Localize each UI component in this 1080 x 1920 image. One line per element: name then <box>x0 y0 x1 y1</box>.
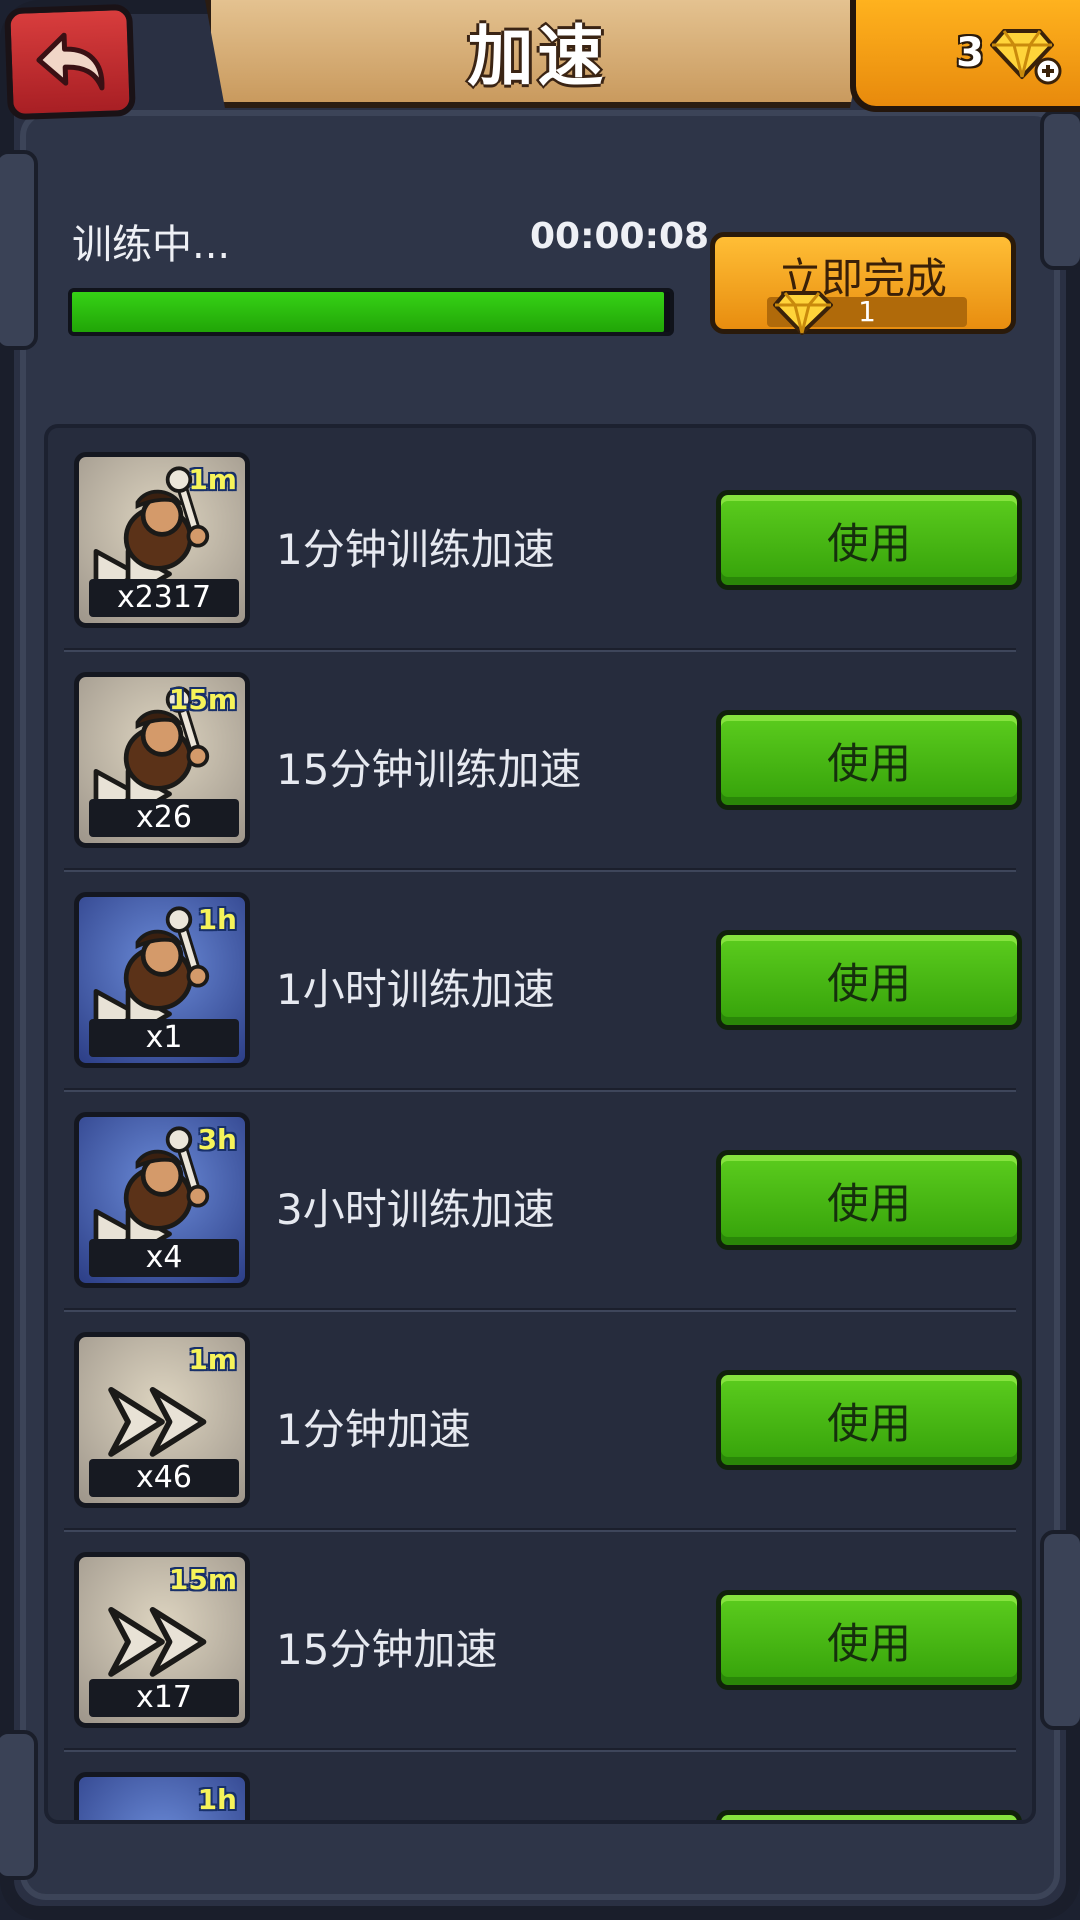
item-count: x46 <box>89 1459 239 1497</box>
item-name: 3小时训练加速 <box>276 1185 555 1234</box>
list-item: 3h x4 3小时训练加速 使用 <box>58 1092 1022 1312</box>
use-button[interactable]: 使用 <box>716 1590 1022 1690</box>
item-icon-tile: 1h x1 <box>74 892 250 1068</box>
gem-icon <box>773 291 833 335</box>
item-count: x26 <box>89 799 239 837</box>
item-count: x17 <box>89 1679 239 1717</box>
use-button-label: 使用 <box>826 738 911 788</box>
list-item: 15m x26 15分钟训练加速 使用 <box>58 652 1022 872</box>
item-icon-tile: 1m x2317 <box>74 452 250 628</box>
rock-decoration <box>0 150 38 350</box>
item-count: x4 <box>89 1239 239 1277</box>
list-item: 15m x17 15分钟加速 使用 <box>58 1532 1022 1752</box>
duration-badge: 15m <box>168 683 237 716</box>
use-button[interactable]: 使用 <box>716 1150 1022 1250</box>
speedup-list[interactable]: 1m x2317 1分钟训练加速 使用 15m x26 15分钟训练加速 使用 1h x1 1小… <box>44 424 1036 1824</box>
use-button-label: 使用 <box>826 1618 911 1668</box>
duration-badge: 1m <box>188 1343 237 1376</box>
use-button-label: 使用 <box>826 1178 911 1228</box>
gem-plus-icon <box>990 29 1062 85</box>
item-name: 1分钟训练加速 <box>276 525 555 574</box>
use-button[interactable]: 使用 <box>716 1370 1022 1470</box>
duration-badge: 1h <box>197 903 237 936</box>
duration-badge: 1m <box>188 463 237 496</box>
use-button[interactable]: 使用 <box>716 930 1022 1030</box>
item-name: 1分钟加速 <box>276 1405 471 1454</box>
status-label: 训练中... <box>72 222 231 268</box>
progress-fill <box>72 292 665 332</box>
gem-balance[interactable]: 3 <box>850 0 1080 112</box>
item-icon-tile: 15m x26 <box>74 672 250 848</box>
duration-badge: 1h <box>197 1783 237 1816</box>
duration-badge: 3h <box>197 1123 237 1156</box>
rock-decoration <box>1040 1530 1080 1730</box>
use-button-label: 使用 <box>826 518 911 568</box>
list-item: 1m x2317 1分钟训练加速 使用 <box>58 432 1022 652</box>
item-icon-tile: 3h x4 <box>74 1112 250 1288</box>
use-button[interactable]: 使用 <box>716 710 1022 810</box>
finish-now-button[interactable]: 立即完成 1 <box>710 232 1016 335</box>
list-item: 1m x46 1分钟加速 使用 <box>58 1312 1022 1532</box>
use-button-label: 使用 <box>826 958 911 1008</box>
item-count: x1 <box>89 1019 239 1057</box>
page-title: 加速 <box>467 18 608 95</box>
title-plate: 加速 <box>205 0 870 108</box>
item-icon-tile: 15m x17 <box>74 1552 250 1728</box>
back-button[interactable] <box>4 3 136 121</box>
duration-badge: 15m <box>168 1563 237 1596</box>
gem-count: 3 <box>956 30 984 76</box>
item-name: 1小时训练加速 <box>276 965 555 1014</box>
use-button-label: 使用 <box>826 1398 911 1448</box>
use-button[interactable]: 使用 <box>716 490 1022 590</box>
use-button[interactable] <box>716 1810 1022 1820</box>
rock-decoration <box>1040 110 1080 270</box>
status-time: 00:00:08 <box>530 216 710 257</box>
progress-bar <box>68 288 674 336</box>
item-name: 15分钟训练加速 <box>276 745 582 794</box>
list-item: 1h x1 1小时训练加速 使用 <box>58 872 1022 1092</box>
list-item: 1h <box>58 1752 1022 1820</box>
item-name: 15分钟加速 <box>276 1625 498 1674</box>
item-count: x2317 <box>89 579 239 617</box>
rock-decoration <box>0 1730 38 1880</box>
item-icon-tile: 1m x46 <box>74 1332 250 1508</box>
item-icon-tile: 1h <box>74 1772 250 1820</box>
back-arrow-icon <box>36 32 105 91</box>
